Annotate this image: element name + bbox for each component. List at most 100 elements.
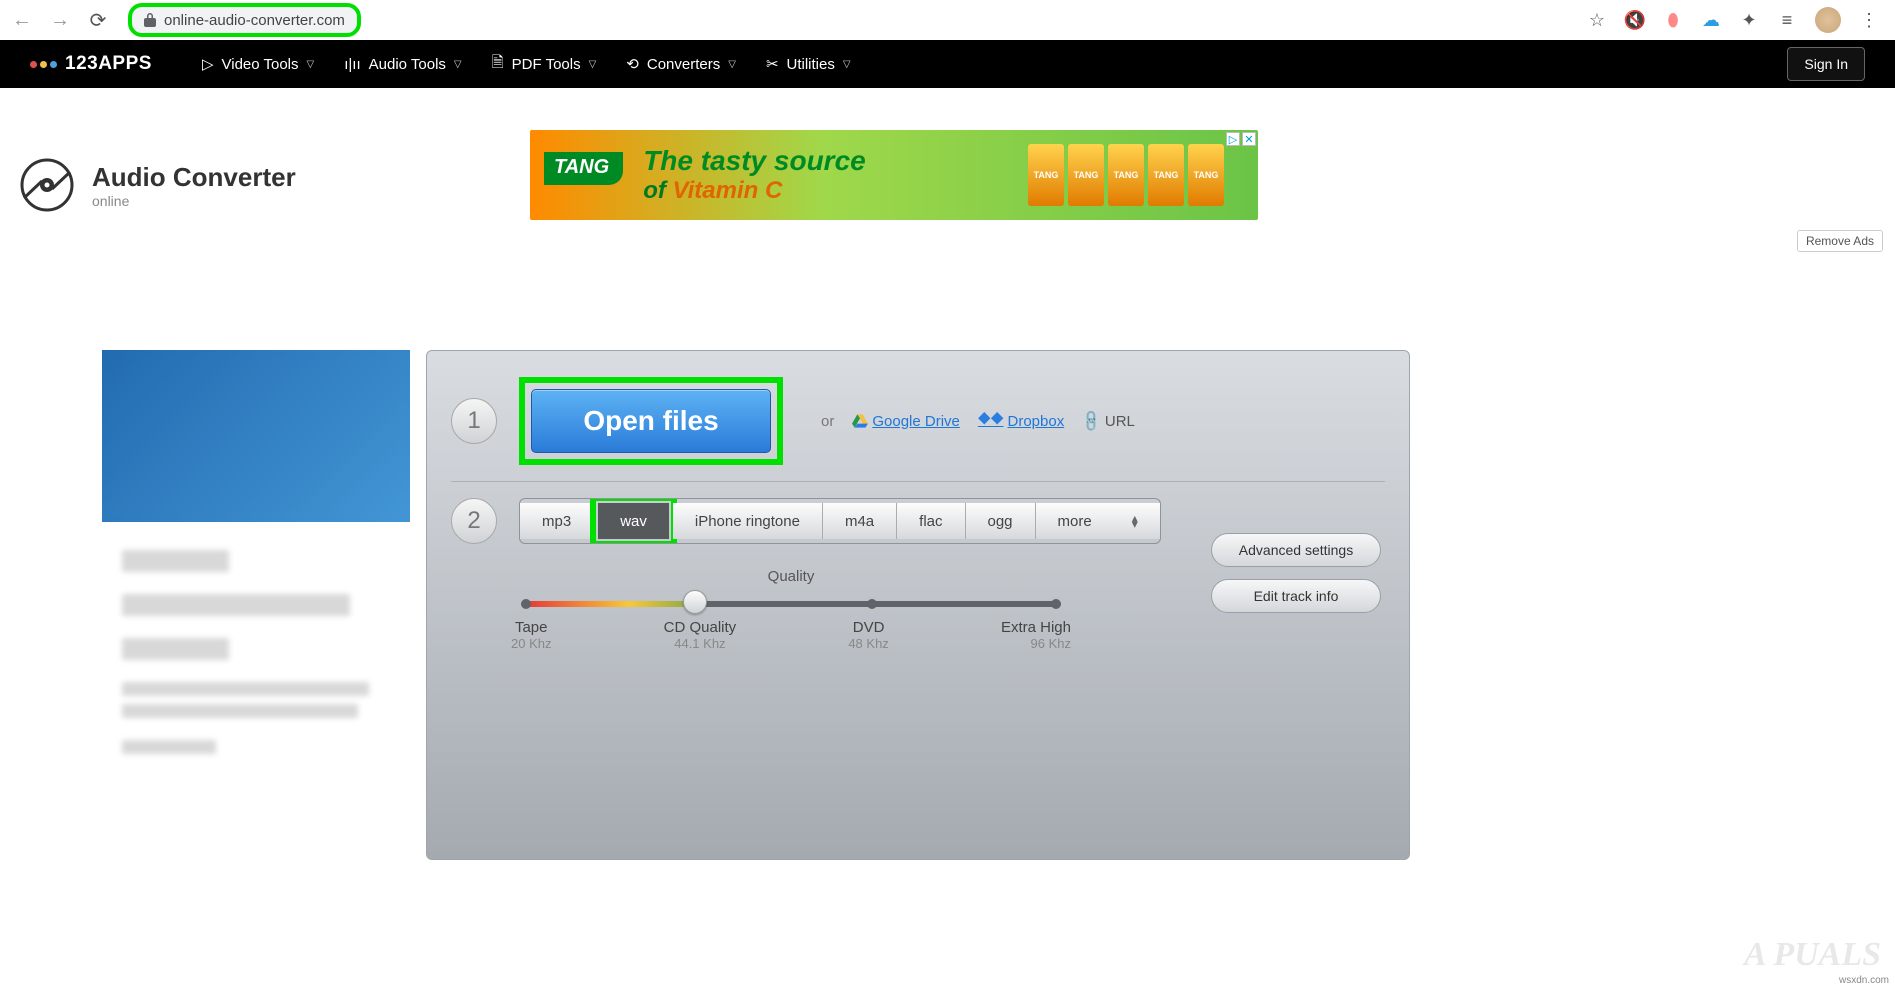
forward-button[interactable]: → (48, 9, 72, 32)
ad-close-icon[interactable]: ✕ (1242, 132, 1256, 146)
format-ogg[interactable]: ogg (966, 503, 1036, 539)
page-subtitle: online (92, 193, 296, 209)
slider-tick (521, 599, 531, 609)
star-icon[interactable]: ☆ (1587, 10, 1607, 30)
ql-s: 96 Khz (1001, 636, 1071, 651)
slider-labels: Tape20 Khz CD Quality44.1 Khz DVD48 Khz … (511, 619, 1071, 651)
quality-label-tape: Tape20 Khz (511, 619, 551, 651)
quality-slider[interactable] (521, 593, 1061, 613)
cloud-ext-icon[interactable]: ☁ (1701, 10, 1721, 30)
audio-icon: ı|ıı (344, 56, 360, 73)
app-header: Audio Converter online (20, 158, 296, 212)
ad-line2a: of (643, 177, 672, 204)
toolbar-icons: ☆ 🔇 ⬮ ☁ ✦ ≡ ⋮ (1587, 7, 1885, 33)
slider-thumb[interactable] (683, 590, 707, 614)
media-icon[interactable]: ≡ (1777, 10, 1797, 30)
nav-label: Converters (647, 56, 720, 73)
converter-panel: 1 Open files or Google Drive ⯁⯁ Dropbox … (426, 350, 1410, 860)
page-title: Audio Converter (92, 162, 296, 193)
ql-s: 20 Khz (511, 636, 551, 651)
back-button[interactable]: ← (10, 9, 34, 32)
address-bar[interactable]: online-audio-converter.com (128, 3, 361, 37)
ql-t: DVD (848, 619, 888, 636)
nav-label: Video Tools (222, 56, 299, 73)
page-body: Audio Converter online TANG The tasty so… (0, 88, 1895, 988)
google-drive-link[interactable]: Google Drive (852, 413, 960, 430)
url-link[interactable]: 🔗 URL (1082, 412, 1135, 430)
site-credit: wsxdn.com (1839, 975, 1889, 986)
utilities-icon: ✂ (766, 55, 779, 73)
dropbox-icon: ⯁⯁ (978, 412, 1004, 430)
ad-line2b: Vitamin C (673, 177, 783, 204)
format-flac[interactable]: flac (897, 503, 965, 539)
open-files-button[interactable]: Open files (531, 389, 771, 453)
nav-label: Utilities (787, 56, 835, 73)
nav-pdf-tools[interactable]: 🗎 PDF Tools ▽ (492, 52, 597, 77)
nav-audio-tools[interactable]: ı|ıı Audio Tools ▽ (344, 56, 461, 73)
slider-track (521, 601, 1061, 607)
lock-icon (144, 13, 156, 27)
profile-avatar[interactable] (1815, 7, 1841, 33)
side-buttons: Advanced settings Edit track info (1211, 533, 1381, 613)
ad-text: The tasty source of Vitamin C (643, 145, 866, 205)
reload-button[interactable]: ⟳ (86, 8, 110, 33)
adchoices-icon[interactable]: ▷ (1226, 132, 1240, 146)
edit-track-info-button[interactable]: Edit track info (1211, 579, 1381, 613)
ad-line1: The tasty source (643, 145, 866, 177)
ext1-icon[interactable]: ⬮ (1663, 10, 1683, 30)
updown-icon: ▴▾ (1132, 515, 1138, 527)
ql-t: Extra High (1001, 619, 1071, 636)
more-label: more (1058, 513, 1092, 530)
advanced-settings-button[interactable]: Advanced settings (1211, 533, 1381, 567)
chevron-down-icon: ▽ (728, 59, 736, 70)
ad-banner[interactable]: TANG The tasty source of Vitamin C TANG … (530, 130, 1258, 220)
ql-s: 48 Khz (848, 636, 888, 651)
ql-t: CD Quality (664, 619, 737, 636)
nav-label: PDF Tools (512, 56, 581, 73)
ad-brand: TANG (544, 152, 623, 185)
brand-logo[interactable]: 123APPS (30, 53, 152, 75)
nav-utilities[interactable]: ✂ Utilities ▽ (766, 55, 851, 73)
source-options: or Google Drive ⯁⯁ Dropbox 🔗 URL (821, 412, 1135, 430)
ad-pack: TANG (1148, 144, 1184, 206)
sidebar-ad[interactable] (102, 350, 410, 782)
ql-t: Tape (511, 619, 551, 636)
quality-label-cd: CD Quality44.1 Khz (664, 619, 737, 651)
convert-icon: ⟲ (626, 55, 639, 73)
format-mp3[interactable]: mp3 (520, 503, 594, 539)
video-icon: ▷ (202, 55, 214, 73)
chrome-menu-icon[interactable]: ⋮ (1859, 10, 1879, 30)
ad-pack: TANG (1028, 144, 1064, 206)
browser-toolbar: ← → ⟳ online-audio-converter.com ☆ 🔇 ⬮ ☁… (0, 0, 1895, 40)
ql-s: 44.1 Khz (664, 636, 737, 651)
ad-pack: TANG (1108, 144, 1144, 206)
nav-converters[interactable]: ⟲ Converters ▽ (626, 55, 736, 73)
chevron-down-icon: ▽ (589, 59, 597, 70)
wav-highlight: wav (590, 498, 677, 544)
pdf-icon: 🗎 (492, 52, 504, 77)
format-wav[interactable]: wav (598, 503, 669, 539)
format-m4a[interactable]: m4a (823, 503, 897, 539)
format-more[interactable]: more ▴▾ (1036, 503, 1160, 539)
chevron-down-icon: ▽ (307, 59, 315, 70)
link-icon: 🔗 (1079, 408, 1105, 434)
chevron-down-icon: ▽ (454, 59, 462, 70)
url-label: URL (1105, 413, 1135, 430)
dropbox-link[interactable]: ⯁⯁ Dropbox (978, 412, 1064, 430)
sidebar-ad-image (102, 350, 410, 522)
or-label: or (821, 413, 834, 430)
format-iphone[interactable]: iPhone ringtone (673, 503, 823, 539)
quality-label-dvd: DVD48 Khz (848, 619, 888, 651)
site-nav: 123APPS ▷ Video Tools ▽ ı|ıı Audio Tools… (0, 40, 1895, 88)
disc-icon (20, 158, 74, 212)
google-drive-icon (852, 414, 868, 428)
sign-in-button[interactable]: Sign In (1787, 47, 1865, 81)
step-number-1: 1 (451, 398, 497, 444)
nav-video-tools[interactable]: ▷ Video Tools ▽ (202, 55, 314, 73)
brand-text: 123APPS (65, 53, 152, 75)
extensions-icon[interactable]: ✦ (1739, 10, 1759, 30)
remove-ads-button[interactable]: Remove Ads (1797, 230, 1883, 252)
ad-pack: TANG (1068, 144, 1104, 206)
brand-dots-icon (30, 61, 57, 68)
mute-icon[interactable]: 🔇 (1625, 10, 1645, 30)
